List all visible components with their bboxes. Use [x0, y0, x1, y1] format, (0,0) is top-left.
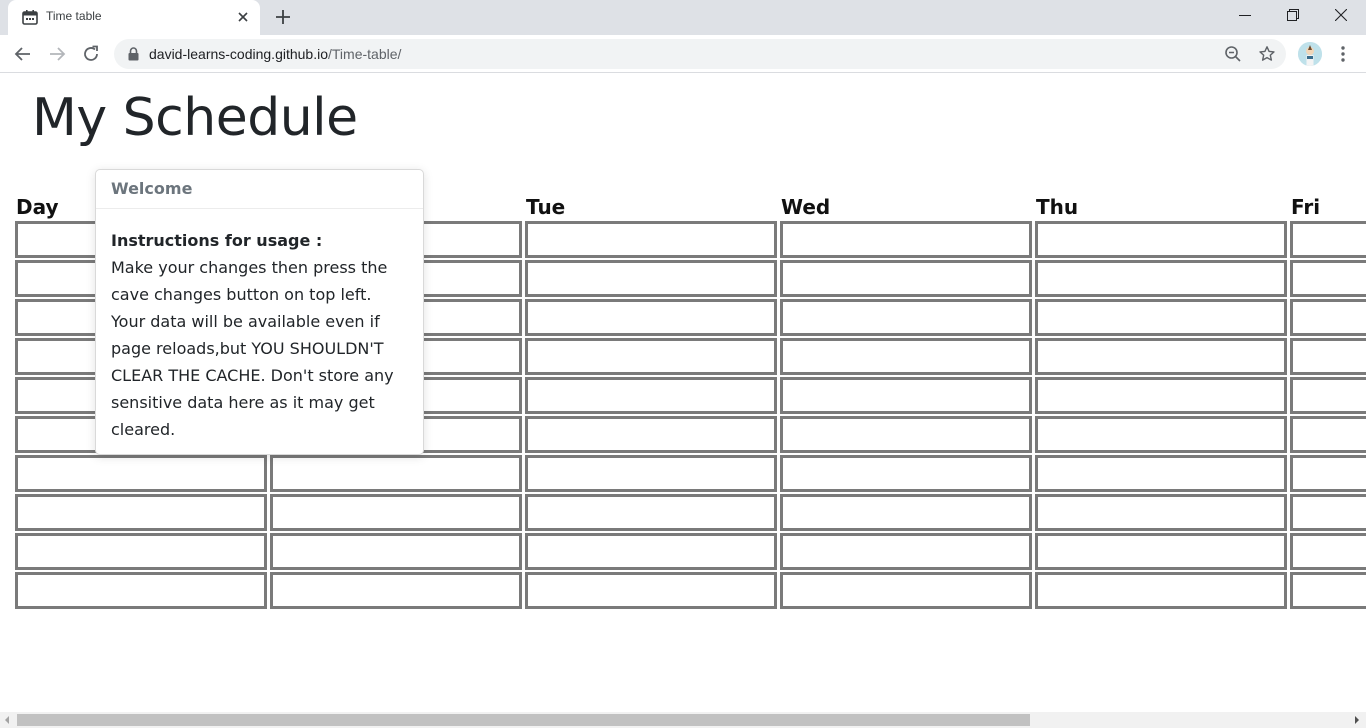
horizontal-scrollbar[interactable] [0, 712, 1366, 728]
schedule-cell-tue-6[interactable] [525, 416, 777, 453]
schedule-cell-wed-4[interactable] [780, 338, 1032, 375]
schedule-cell-fri-2[interactable] [1290, 260, 1366, 297]
schedule-cell-tue-2[interactable] [525, 260, 777, 297]
minimize-button[interactable] [1222, 0, 1268, 32]
calendar-icon [22, 10, 38, 25]
restore-icon [1287, 9, 1299, 21]
close-window-button[interactable] [1318, 0, 1364, 32]
back-arrow-icon[interactable] [11, 42, 35, 66]
column-header-fri: Fri [1291, 195, 1321, 219]
schedule-cell-wed-6[interactable] [780, 416, 1032, 453]
schedule-cell-tue-3[interactable] [525, 299, 777, 336]
schedule-cell-fri-8[interactable] [1290, 494, 1366, 531]
schedule-cell-wed-10[interactable] [780, 572, 1032, 609]
restore-button[interactable] [1270, 0, 1316, 32]
schedule-cell-mon-10[interactable] [270, 572, 522, 609]
schedule-cell-fri-3[interactable] [1290, 299, 1366, 336]
welcome-popover: Welcome Instructions for usage : Make yo… [95, 169, 424, 455]
zoom-out-icon[interactable] [1224, 45, 1242, 63]
schedule-cell-thu-6[interactable] [1035, 416, 1287, 453]
schedule-cell-wed-2[interactable] [780, 260, 1032, 297]
schedule-cell-fri-7[interactable] [1290, 455, 1366, 492]
schedule-cell-thu-7[interactable] [1035, 455, 1287, 492]
minimize-icon [1239, 15, 1251, 16]
schedule-cell-thu-2[interactable] [1035, 260, 1287, 297]
url-host: david-learns-coding.github.io [149, 46, 328, 62]
scroll-left-icon[interactable] [4, 716, 10, 724]
schedule-cell-thu-1[interactable] [1035, 221, 1287, 258]
schedule-cell-thu-4[interactable] [1035, 338, 1287, 375]
address-bar[interactable]: david-learns-coding.github.io/Time-table… [114, 39, 1286, 69]
plus-icon[interactable] [272, 6, 294, 28]
tab-title: Time table [46, 9, 102, 23]
close-icon [1335, 9, 1347, 21]
close-icon[interactable] [234, 8, 252, 26]
schedule-cell-mon-7[interactable] [270, 455, 522, 492]
lock-icon[interactable] [128, 47, 139, 61]
reload-icon[interactable] [79, 42, 103, 66]
scroll-right-icon[interactable] [1354, 716, 1360, 724]
browser-toolbar: david-learns-coding.github.io/Time-table… [0, 35, 1366, 73]
schedule-cell-tue-4[interactable] [525, 338, 777, 375]
popover-body: Instructions for usage : Make your chang… [96, 209, 423, 443]
browser-tab[interactable]: Time table [8, 0, 260, 35]
tab-strip: Time table [0, 0, 1366, 35]
schedule-cell-wed-5[interactable] [780, 377, 1032, 414]
schedule-cell-day-9[interactable] [15, 533, 267, 570]
schedule-cell-fri-6[interactable] [1290, 416, 1366, 453]
schedule-cell-wed-8[interactable] [780, 494, 1032, 531]
schedule-cell-fri-9[interactable] [1290, 533, 1366, 570]
column-header-day: Day [16, 195, 59, 219]
schedule-cell-wed-9[interactable] [780, 533, 1032, 570]
column-header-wed: Wed [781, 195, 831, 219]
schedule-cell-thu-8[interactable] [1035, 494, 1287, 531]
schedule-cell-thu-5[interactable] [1035, 377, 1287, 414]
kebab-menu-icon[interactable] [1334, 44, 1352, 64]
url-text: david-learns-coding.github.io/Time-table… [149, 46, 401, 62]
star-icon[interactable] [1258, 45, 1276, 63]
schedule-cell-wed-1[interactable] [780, 221, 1032, 258]
schedule-cell-fri-5[interactable] [1290, 377, 1366, 414]
scrollbar-thumb[interactable] [17, 714, 1030, 726]
forward-arrow-icon[interactable] [45, 42, 69, 66]
schedule-cell-day-10[interactable] [15, 572, 267, 609]
column-header-thu: Thu [1036, 195, 1079, 219]
schedule-cell-wed-3[interactable] [780, 299, 1032, 336]
schedule-cell-thu-10[interactable] [1035, 572, 1287, 609]
schedule-cell-tue-10[interactable] [525, 572, 777, 609]
schedule-cell-thu-3[interactable] [1035, 299, 1287, 336]
schedule-cell-tue-7[interactable] [525, 455, 777, 492]
schedule-cell-wed-7[interactable] [780, 455, 1032, 492]
profile-avatar-icon [1298, 42, 1322, 66]
page-title: My Schedule [32, 88, 358, 148]
column-header-tue: Tue [526, 195, 566, 219]
schedule-cell-tue-1[interactable] [525, 221, 777, 258]
schedule-cell-mon-8[interactable] [270, 494, 522, 531]
schedule-cell-day-8[interactable] [15, 494, 267, 531]
popover-header: Welcome [96, 170, 423, 209]
url-path: /Time-table/ [328, 46, 402, 62]
schedule-cell-fri-10[interactable] [1290, 572, 1366, 609]
schedule-cell-day-7[interactable] [15, 455, 267, 492]
schedule-cell-mon-9[interactable] [270, 533, 522, 570]
schedule-cell-tue-5[interactable] [525, 377, 777, 414]
instructions-text: Make your changes then press the cave ch… [111, 258, 394, 439]
schedule-cell-fri-4[interactable] [1290, 338, 1366, 375]
schedule-cell-thu-9[interactable] [1035, 533, 1287, 570]
schedule-cell-fri-1[interactable] [1290, 221, 1366, 258]
schedule-cell-tue-8[interactable] [525, 494, 777, 531]
avatar[interactable] [1298, 42, 1322, 66]
instructions-label: Instructions for usage : [111, 231, 323, 250]
page-viewport: My Schedule DayMonTueWedThuFri Welcome I… [0, 74, 1366, 712]
schedule-cell-tue-9[interactable] [525, 533, 777, 570]
